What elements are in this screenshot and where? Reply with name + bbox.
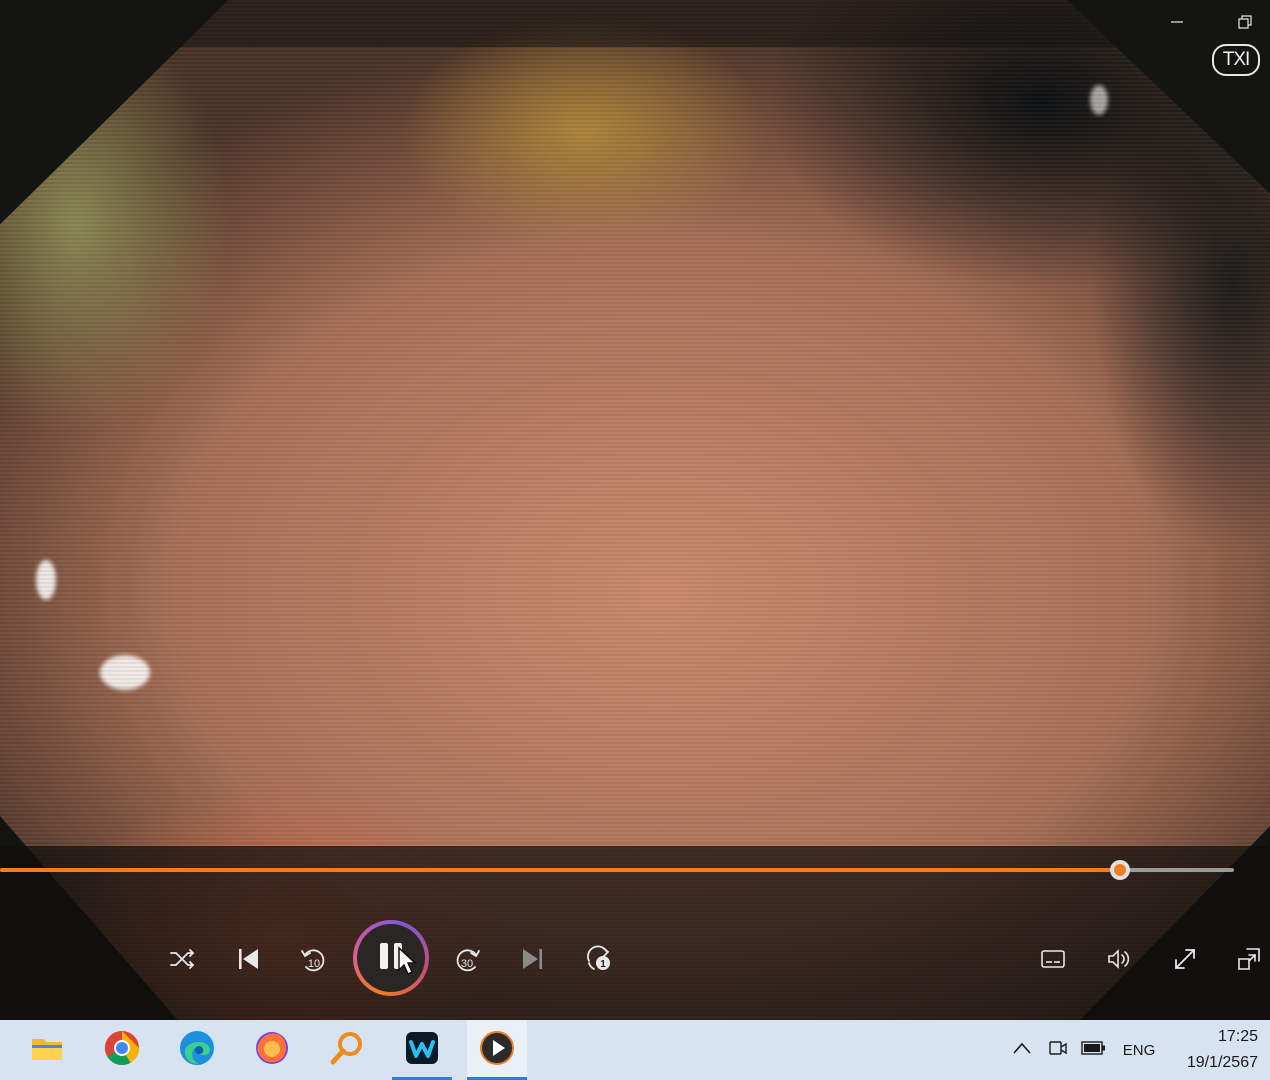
specular-highlight	[1090, 85, 1108, 115]
tray-meet-now[interactable]	[1042, 1020, 1074, 1080]
firefox-icon	[254, 1030, 290, 1071]
magnifier-icon	[329, 1030, 365, 1071]
media-controls-panel	[0, 846, 1270, 1020]
restore-button[interactable]	[1228, 8, 1262, 40]
media-player-icon	[479, 1030, 515, 1071]
specular-highlight	[36, 560, 56, 600]
txi-mode-badge: TXI	[1212, 44, 1260, 76]
taskbar: ENG 17:25 19/1/2567	[0, 1020, 1270, 1080]
taskbar-app-chrome[interactable]	[92, 1020, 152, 1080]
volume-icon	[1105, 945, 1133, 973]
battery-icon	[1081, 1039, 1107, 1062]
seek-bar-progress	[0, 868, 1121, 872]
taskbar-app-file-explorer[interactable]	[17, 1020, 77, 1080]
meet-now-icon	[1047, 1037, 1069, 1064]
fullscreen-icon	[1171, 945, 1199, 973]
volume-button[interactable]	[1098, 938, 1140, 980]
taskbar-app-firefox[interactable]	[242, 1020, 302, 1080]
taskbar-app-media-player[interactable]	[467, 1020, 527, 1080]
webex-icon	[404, 1030, 440, 1071]
miniplayer-icon	[1235, 945, 1263, 973]
clock-time: 17:25	[1217, 1028, 1258, 1045]
seek-bar[interactable]	[0, 860, 1234, 880]
specular-highlight	[100, 655, 150, 690]
rewind-icon: 10	[301, 949, 325, 972]
subtitles-icon	[1039, 945, 1067, 973]
taskbar-app-edge[interactable]	[167, 1020, 227, 1080]
fullscreen-button[interactable]	[1164, 938, 1206, 980]
minimize-icon	[1170, 15, 1184, 34]
forward-30-button[interactable]: 30	[446, 938, 488, 980]
forward-seconds-label: 30	[461, 958, 473, 970]
shuffle-button[interactable]	[161, 938, 203, 980]
system-clock[interactable]: 17:25 19/1/2567	[1168, 1024, 1258, 1076]
clock-date: 19/1/2567	[1186, 1054, 1258, 1071]
skip-next-icon	[519, 945, 547, 973]
minimize-button[interactable]	[1160, 8, 1194, 40]
mouse-cursor-icon	[397, 946, 419, 981]
next-button[interactable]	[512, 938, 554, 980]
title-bar	[0, 0, 1270, 47]
rewind-10-button[interactable]: 10	[293, 938, 335, 980]
repeat-button[interactable]: 1	[578, 938, 620, 980]
previous-button[interactable]	[227, 938, 269, 980]
taskbar-app-search[interactable]	[317, 1020, 377, 1080]
repeat-badge: 1	[600, 959, 606, 970]
shuffle-icon	[168, 945, 196, 973]
folder-icon	[30, 1033, 64, 1068]
miniplayer-button[interactable]	[1228, 938, 1270, 980]
repeat-one-icon: 1	[587, 945, 610, 970]
skip-previous-icon	[234, 945, 262, 973]
forward-icon: 30	[456, 949, 480, 972]
chevron-up-icon	[1012, 1041, 1032, 1060]
tray-battery[interactable]	[1078, 1020, 1110, 1080]
taskbar-app-webex[interactable]	[392, 1020, 452, 1080]
input-language-indicator[interactable]: ENG	[1116, 1020, 1162, 1080]
restore-icon	[1238, 14, 1252, 34]
chrome-icon	[104, 1030, 140, 1071]
rewind-seconds-label: 10	[308, 958, 320, 970]
edge-icon	[179, 1030, 215, 1071]
tray-overflow-button[interactable]	[1006, 1020, 1038, 1080]
subtitles-button[interactable]	[1032, 938, 1074, 980]
